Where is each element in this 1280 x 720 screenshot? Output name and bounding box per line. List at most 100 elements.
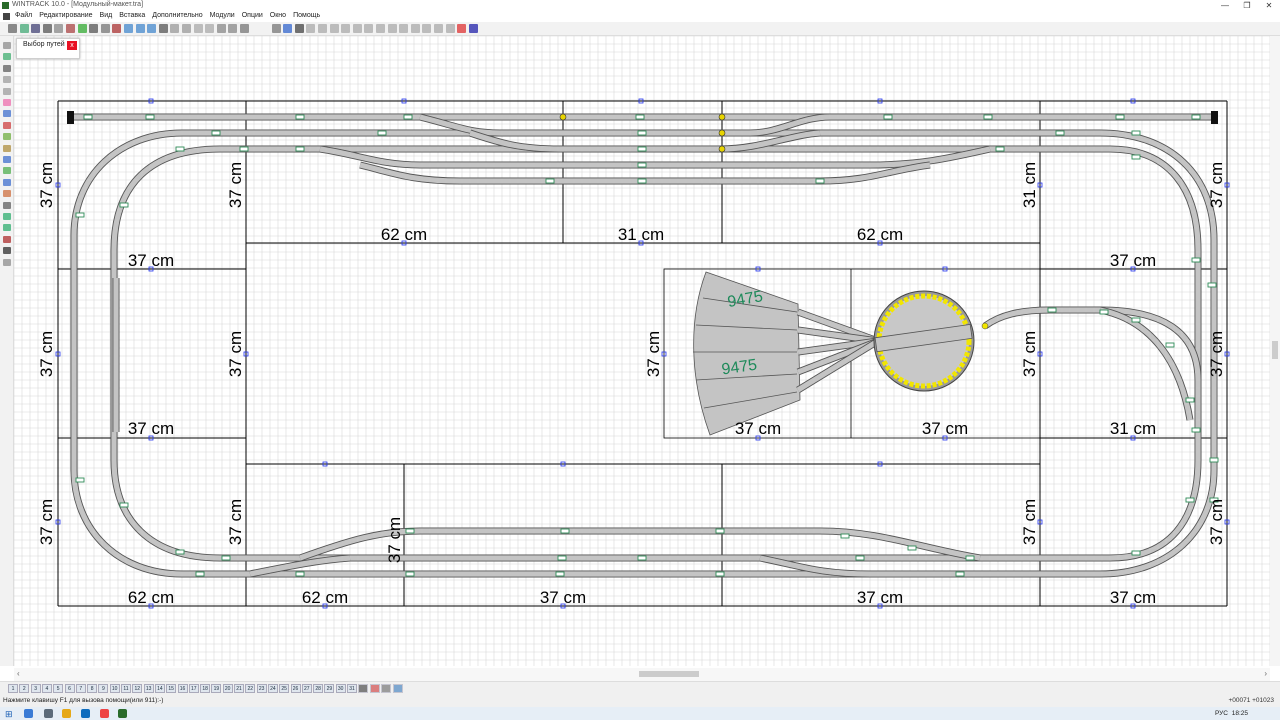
toolbar-tool-icon[interactable] xyxy=(193,24,203,33)
toolbar-tool-icon[interactable] xyxy=(468,24,478,33)
layer-tab[interactable]: 30 xyxy=(335,684,346,693)
layer-tab[interactable]: 31 xyxy=(347,684,357,693)
toolbar-tool-icon[interactable] xyxy=(434,24,443,33)
toolbar-tool-icon[interactable] xyxy=(341,24,351,33)
layer-tool-icon[interactable] xyxy=(358,684,368,693)
toolbar-tool-icon[interactable] xyxy=(399,24,409,33)
browser-icon[interactable] xyxy=(100,709,109,718)
layer-tab[interactable]: 24 xyxy=(267,684,278,693)
side-tool-icon[interactable] xyxy=(3,190,11,198)
side-tool-icon[interactable] xyxy=(3,121,11,129)
layer-tab[interactable]: 8 xyxy=(87,684,98,693)
toolbar-tool-icon[interactable] xyxy=(89,24,99,33)
layer-tab[interactable]: 3 xyxy=(30,684,41,693)
toolbar-tool-icon[interactable] xyxy=(387,24,397,33)
layer-tab[interactable]: 16 xyxy=(177,684,188,693)
layer-tab[interactable]: 26 xyxy=(290,684,301,693)
layer-tab[interactable]: 20 xyxy=(222,684,233,693)
close-button[interactable]: ✕ xyxy=(1258,0,1280,11)
layer-tab[interactable]: 9 xyxy=(98,684,109,693)
maximize-button[interactable]: ❐ xyxy=(1236,0,1258,11)
side-tool-icon[interactable] xyxy=(3,156,11,163)
toolbar-tool-icon[interactable] xyxy=(240,24,249,33)
layer-tab[interactable]: 27 xyxy=(301,684,312,693)
layer-tab[interactable]: 6 xyxy=(64,684,75,693)
scroll-left-icon[interactable]: ‹ xyxy=(17,669,20,678)
toolbar-tool-icon[interactable] xyxy=(77,24,87,33)
side-tool-icon[interactable] xyxy=(3,167,11,175)
toolbar-tool-icon[interactable] xyxy=(182,24,191,33)
menu-item-1[interactable]: Редактирование xyxy=(39,12,92,19)
side-tool-icon[interactable] xyxy=(3,110,11,118)
language-indicator[interactable]: РУС xyxy=(1215,710,1228,717)
windows-start-icon[interactable]: ⊞ xyxy=(5,710,13,719)
layer-tab[interactable]: 4 xyxy=(41,684,52,693)
side-tool-icon[interactable] xyxy=(3,224,11,232)
layer-tool-icon[interactable] xyxy=(369,684,380,693)
panel-close-button[interactable]: x xyxy=(67,41,77,50)
side-tool-icon[interactable] xyxy=(3,133,11,141)
explorer-icon[interactable] xyxy=(62,709,71,718)
side-tool-icon[interactable] xyxy=(3,53,11,61)
menu-item-2[interactable]: Вид xyxy=(100,12,113,19)
side-tool-icon[interactable] xyxy=(3,235,11,243)
side-tool-icon[interactable] xyxy=(3,213,11,220)
edge-icon[interactable] xyxy=(81,709,90,718)
track-selection-panel[interactable]: Выбор путей x xyxy=(16,38,80,59)
wintrack-taskbar-icon[interactable] xyxy=(118,709,127,718)
side-tool-icon[interactable] xyxy=(3,247,11,255)
layer-tab[interactable]: 10 xyxy=(109,684,120,693)
layer-tab[interactable]: 2 xyxy=(19,684,30,693)
toolbar-tool-icon[interactable] xyxy=(445,24,455,33)
toolbar-tool-icon[interactable] xyxy=(376,24,385,33)
layer-tab[interactable]: 28 xyxy=(313,684,324,693)
menu-item-4[interactable]: Дополнительно xyxy=(152,12,202,19)
toolbar-tool-icon[interactable] xyxy=(410,24,420,33)
layer-tab[interactable]: 13 xyxy=(143,684,154,693)
side-tool-icon[interactable] xyxy=(3,99,11,106)
toolbar-tool-icon[interactable] xyxy=(31,24,41,33)
toolbar-tool-icon[interactable] xyxy=(306,24,316,33)
side-tool-icon[interactable] xyxy=(3,144,11,152)
menu-item-0[interactable]: Файл xyxy=(15,12,32,19)
toolbar-tool-icon[interactable] xyxy=(283,24,293,33)
layer-tab[interactable]: 17 xyxy=(188,684,199,693)
side-tool-icon[interactable] xyxy=(3,87,11,95)
toolbar-tool-icon[interactable] xyxy=(457,24,467,33)
layer-tool-icon[interactable] xyxy=(381,684,391,693)
task-view-icon[interactable] xyxy=(44,709,53,718)
menu-item-7[interactable]: Окно xyxy=(270,12,286,19)
search-icon[interactable] xyxy=(24,709,33,718)
layer-tab[interactable]: 11 xyxy=(121,684,131,693)
side-tool-icon[interactable] xyxy=(3,42,11,49)
toolbar-tool-icon[interactable] xyxy=(112,24,122,33)
side-tool-icon[interactable] xyxy=(3,178,11,186)
toolbar-tool-icon[interactable] xyxy=(66,24,75,33)
layer-tab[interactable]: 23 xyxy=(256,684,267,693)
toolbar-tool-icon[interactable] xyxy=(422,24,432,33)
toolbar-tool-icon[interactable] xyxy=(54,24,64,33)
vertical-scrollbar[interactable] xyxy=(1270,36,1280,666)
document-icon[interactable] xyxy=(3,13,10,20)
layer-tab[interactable]: 15 xyxy=(166,684,177,693)
toolbar-tool-icon[interactable] xyxy=(205,24,215,33)
toolbar-tool-icon[interactable] xyxy=(329,24,339,33)
horizontal-scrollbar[interactable]: ‹ › xyxy=(14,668,1270,681)
toolbar-tool-icon[interactable] xyxy=(352,24,362,33)
menu-item-8[interactable]: Помощь xyxy=(293,12,320,19)
horizontal-scroll-thumb[interactable] xyxy=(639,671,699,677)
side-tool-icon[interactable] xyxy=(3,201,11,209)
layer-tab[interactable]: 14 xyxy=(154,684,165,693)
toolbar-tool-icon[interactable] xyxy=(294,24,304,33)
side-tool-icon[interactable] xyxy=(3,64,11,72)
layer-tab[interactable]: 29 xyxy=(324,684,335,693)
layer-tool-icon[interactable] xyxy=(392,684,403,693)
layer-tab[interactable]: 21 xyxy=(234,684,244,693)
side-tool-icon[interactable] xyxy=(3,258,11,266)
layer-tab[interactable]: 5 xyxy=(53,684,64,693)
layer-tab[interactable]: 18 xyxy=(200,684,211,693)
layer-tab[interactable]: 19 xyxy=(211,684,222,693)
toolbar-tool-icon[interactable] xyxy=(100,24,110,33)
toolbar-tool-icon[interactable] xyxy=(228,24,238,33)
scroll-right-icon[interactable]: › xyxy=(1264,669,1267,678)
